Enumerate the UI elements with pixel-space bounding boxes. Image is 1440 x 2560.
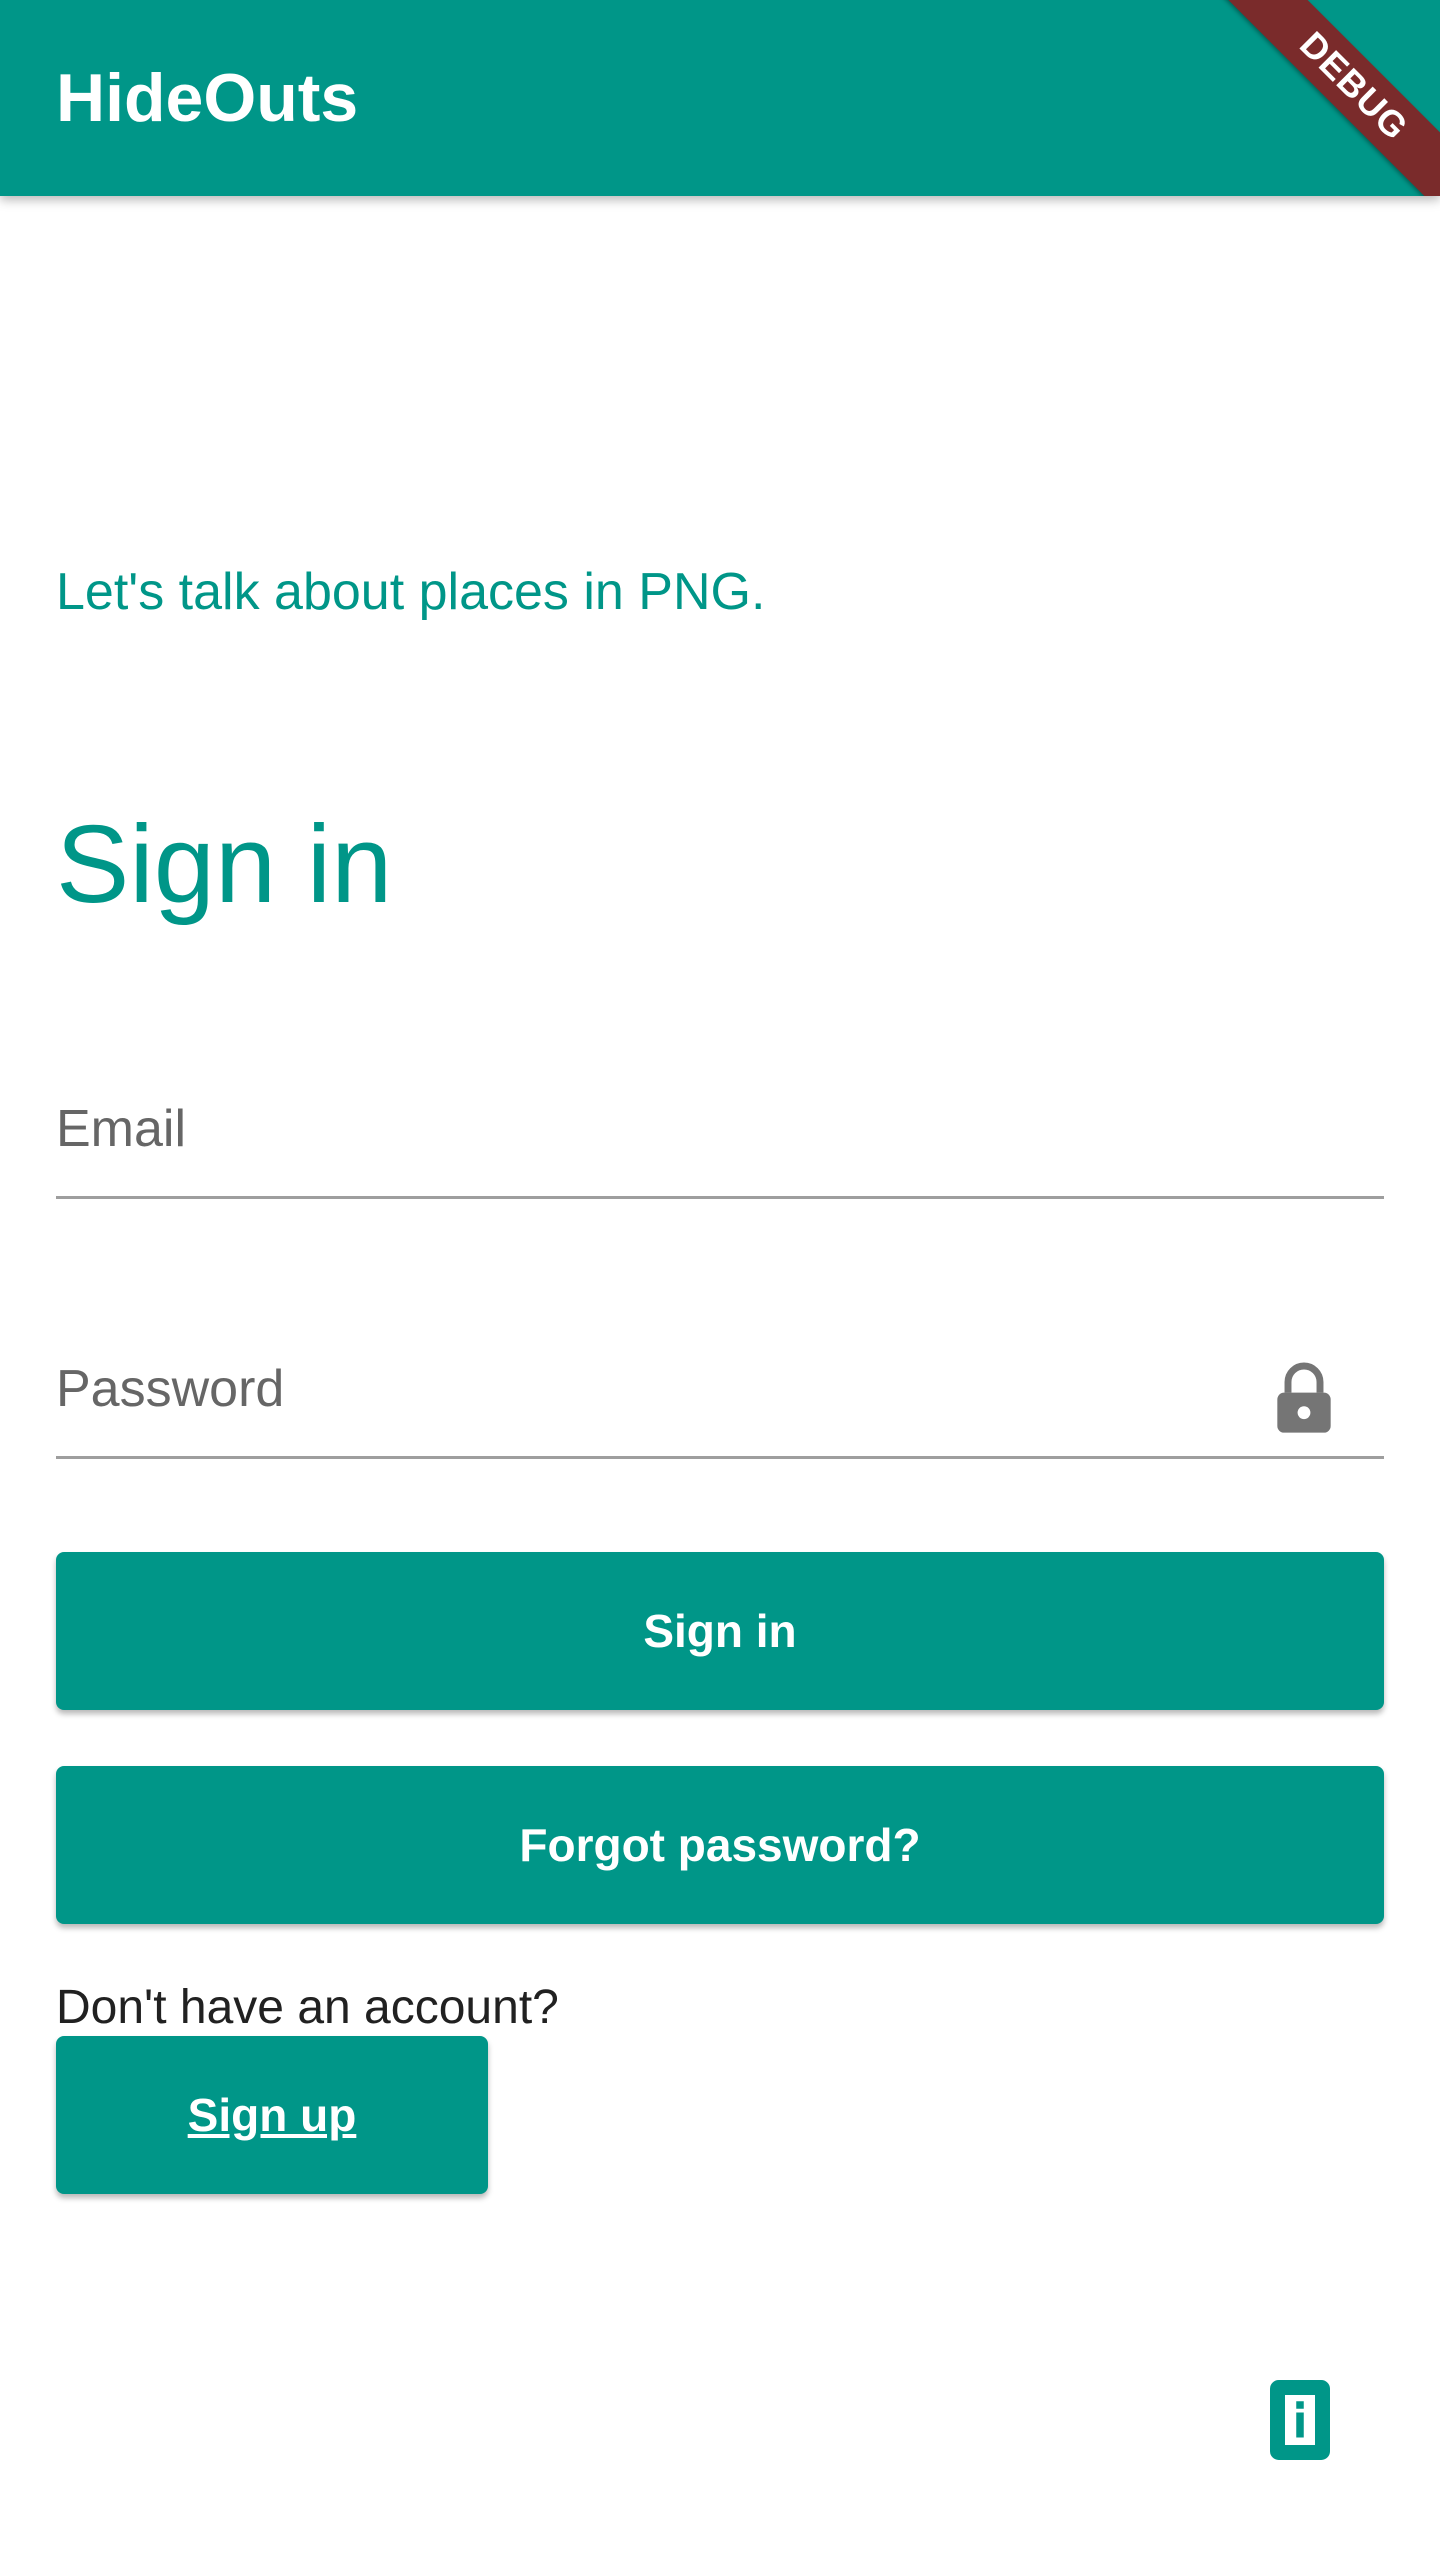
password-input[interactable] <box>56 1326 1236 1452</box>
tagline: Let's talk about places in PNG. <box>56 563 766 621</box>
email-field[interactable] <box>56 1066 1384 1199</box>
page-title: Sign in <box>56 803 393 926</box>
email-input[interactable] <box>56 1066 1236 1192</box>
debug-banner: DEBUG <box>1221 0 1440 196</box>
info-icon[interactable] <box>1270 2380 1330 2460</box>
sign-in-button[interactable]: Sign in <box>56 1552 1384 1710</box>
sign-up-button[interactable]: Sign up <box>56 2036 488 2194</box>
app-title: HideOuts <box>56 60 359 136</box>
forgot-password-button[interactable]: Forgot password? <box>56 1766 1384 1924</box>
signup-prompt: Don't have an account? <box>56 1981 559 2034</box>
password-field[interactable] <box>56 1326 1384 1459</box>
lock-icon[interactable] <box>1272 1360 1336 1436</box>
app-bar: HideOuts DEBUG <box>0 0 1440 196</box>
